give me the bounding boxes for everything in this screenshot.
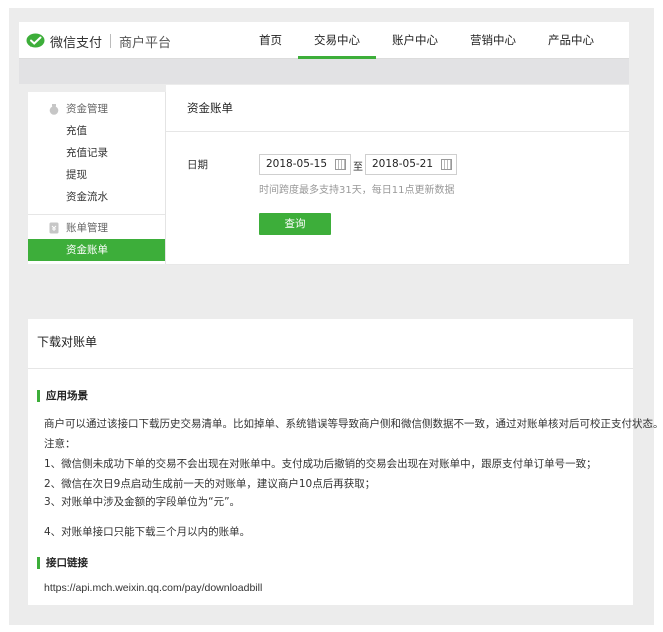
nav-trade-center[interactable]: 交易中心 bbox=[298, 22, 376, 59]
sidebar-divider bbox=[28, 214, 165, 215]
sidebar-group-label: 资金管理 bbox=[66, 103, 108, 115]
nav-home[interactable]: 首页 bbox=[243, 22, 298, 59]
start-date-value: 2018-05-15 bbox=[266, 158, 328, 170]
sidebar: 资金管理 充值 充值记录 提现 资金流水 账单管理 资金账单 bbox=[28, 92, 166, 264]
top-navigation-bar: 微信支付 商户平台 首页 交易中心 账户中心 营销中心 产品中心 bbox=[19, 22, 629, 59]
nav-product-center[interactable]: 产品中心 bbox=[532, 22, 610, 59]
brand-divider bbox=[110, 34, 112, 48]
nav-account-center[interactable]: 账户中心 bbox=[376, 22, 454, 59]
sidebar-item-recharge[interactable]: 充值 bbox=[28, 120, 165, 142]
doc-line-note-heading: 注意： bbox=[44, 438, 76, 450]
calendar-icon[interactable] bbox=[441, 159, 452, 170]
nav-marketing-center[interactable]: 营销中心 bbox=[454, 22, 532, 59]
date-range-separator: 至 bbox=[353, 162, 363, 173]
doc-line-note-1: 1、微信侧未成功下单的交易不会出现在对账单中。支付成功后撤销的交易会出现在对账单… bbox=[44, 458, 597, 470]
sidebar-group-label: 账单管理 bbox=[66, 222, 108, 234]
doc-title: 下载对账单 bbox=[28, 319, 633, 369]
panel-bottom-border bbox=[166, 264, 629, 265]
doc-line-note-2: 2、微信在次日9点启动生成前一天的对账单，建议商户10点后再获取； bbox=[44, 478, 376, 490]
doc-line-note-3: 3、对账单中涉及金额的字段单位为“元”。 bbox=[44, 496, 241, 508]
date-range-hint: 时间跨度最多支持31天，每日11点更新数据 bbox=[259, 185, 455, 196]
nav-gap-strip bbox=[19, 59, 629, 84]
section-heading-scenario: 应用场景 bbox=[37, 390, 88, 402]
sidebar-item-recharge-records[interactable]: 充值记录 bbox=[28, 142, 165, 164]
sidebar-item-fund-bill[interactable]: 资金账单 bbox=[28, 239, 165, 261]
wechat-pay-logo-icon bbox=[26, 33, 45, 48]
sidebar-group-funds: 资金管理 bbox=[28, 98, 165, 120]
fund-bill-panel: 资金账单 日期 2018-05-15 至 2018-05-21 时间跨度最多支持… bbox=[166, 85, 629, 265]
sidebar-group-bills: 账单管理 bbox=[28, 217, 165, 239]
page-title: 资金账单 bbox=[166, 85, 629, 132]
sidebar-item-withdraw[interactable]: 提现 bbox=[28, 164, 165, 186]
doc-line-description: 商户可以通过该接口下载历史交易清单。比如掉单、系统错误等导致商户侧和微信侧数据不… bbox=[44, 418, 663, 430]
main-nav: 首页 交易中心 账户中心 营销中心 产品中心 bbox=[243, 22, 610, 59]
sidebar-item-fund-flow[interactable]: 资金流水 bbox=[28, 186, 165, 208]
platform-name: 商户平台 bbox=[119, 35, 172, 51]
download-bill-doc: 下载对账单 应用场景 商户可以通过该接口下载历史交易清单。比如掉单、系统错误等导… bbox=[28, 319, 663, 605]
end-date-value: 2018-05-21 bbox=[372, 158, 434, 170]
date-label: 日期 bbox=[187, 159, 208, 171]
query-button[interactable]: 查询 bbox=[259, 213, 331, 235]
section-heading-api-link: 接口链接 bbox=[37, 557, 88, 569]
start-date-field[interactable]: 2018-05-15 bbox=[259, 154, 351, 175]
wechat-pay-logo[interactable]: 微信支付 商户平台 bbox=[26, 31, 171, 51]
brand-name: 微信支付 bbox=[50, 35, 103, 51]
calendar-icon[interactable] bbox=[335, 159, 346, 170]
end-date-field[interactable]: 2018-05-21 bbox=[365, 154, 457, 175]
money-bag-icon bbox=[49, 104, 59, 115]
doc-line-note-4: 4、对账单接口只能下载三个月以内的账单。 bbox=[44, 526, 251, 538]
api-url-link[interactable]: https://api.mch.weixin.qq.com/pay/downlo… bbox=[44, 582, 262, 594]
bill-icon bbox=[49, 222, 59, 234]
